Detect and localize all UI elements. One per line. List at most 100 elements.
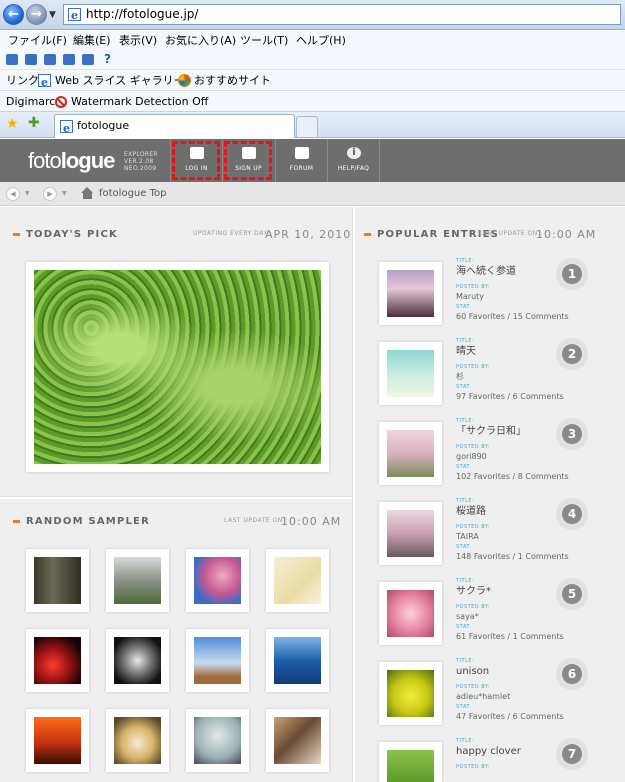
site-header: fotologue EXPLORER VER.2.08 NEO.2009 LOG… bbox=[0, 139, 625, 182]
chevron-down-icon[interactable]: ▼ bbox=[62, 190, 67, 197]
digimarc-status[interactable]: Watermark Detection Off bbox=[71, 92, 208, 112]
sampler-thumb[interactable] bbox=[106, 629, 169, 692]
sampler-thumb[interactable] bbox=[186, 709, 249, 772]
rank-badge: 5 bbox=[556, 578, 588, 610]
rank-number: 2 bbox=[562, 344, 582, 364]
history-dropdown-icon[interactable]: ▼ bbox=[49, 10, 56, 20]
tab-fotologue[interactable]: fotologue bbox=[54, 114, 295, 140]
messenger-icon[interactable] bbox=[63, 54, 75, 65]
prohibited-icon bbox=[55, 96, 67, 108]
forum-icon bbox=[295, 147, 309, 159]
help-icon[interactable]: ? bbox=[104, 53, 116, 65]
posted-by-label: POSTED BY: bbox=[456, 444, 491, 450]
rank-badge: 4 bbox=[556, 498, 588, 530]
suggested-sites-icon bbox=[178, 74, 191, 87]
link-web-slice-gallery[interactable]: Web スライス ギャラリー bbox=[55, 70, 185, 91]
site-logo[interactable]: fotologue bbox=[28, 148, 116, 173]
todays-pick-date: APR 10, 2010 bbox=[265, 228, 352, 241]
login-button[interactable]: LOG IN bbox=[170, 139, 222, 182]
todays-pick-photo[interactable] bbox=[26, 262, 329, 472]
calendar-icon[interactable] bbox=[44, 54, 56, 65]
prev-arrow-icon[interactable]: ◀ bbox=[6, 187, 20, 201]
thumb-photo bbox=[274, 717, 321, 764]
entry-author[interactable]: Maruty bbox=[456, 291, 576, 302]
sampler-thumb[interactable] bbox=[106, 709, 169, 772]
entry-author[interactable]: gori890 bbox=[456, 451, 576, 462]
digimarc-bar: Digimarc Watermark Detection Off bbox=[0, 92, 625, 112]
forum-label: FORUM bbox=[289, 165, 314, 172]
thumb-photo bbox=[387, 350, 434, 397]
links-label: リンク bbox=[6, 74, 39, 87]
todays-pick-meta: UPDATING EVERY DAY : bbox=[193, 230, 273, 237]
rank-number: 3 bbox=[562, 424, 582, 444]
ie-page-icon bbox=[60, 118, 73, 140]
url-input[interactable]: http://fotologue.jp/ bbox=[63, 4, 621, 25]
entry-author[interactable]: TAIRA bbox=[456, 531, 576, 542]
sampler-thumb[interactable] bbox=[266, 709, 329, 772]
signup-button[interactable]: SIGN UP bbox=[222, 139, 274, 182]
forward-button[interactable]: → bbox=[26, 4, 47, 25]
popular-entry-thumb[interactable] bbox=[379, 742, 442, 782]
sampler-thumb[interactable] bbox=[26, 629, 89, 692]
sampler-thumb[interactable] bbox=[266, 549, 329, 612]
thumb-photo bbox=[114, 557, 161, 604]
entry-author[interactable]: saya* bbox=[456, 611, 576, 622]
sampler-thumb[interactable] bbox=[26, 549, 89, 612]
popular-entry-thumb[interactable] bbox=[379, 502, 442, 565]
sampler-thumb[interactable] bbox=[106, 549, 169, 612]
popular-entry-thumb[interactable] bbox=[379, 422, 442, 485]
menu-help[interactable]: ヘルプ(H) bbox=[296, 31, 346, 50]
popular-entry-thumb[interactable] bbox=[379, 342, 442, 405]
posted-by-label: POSTED BY: bbox=[456, 604, 491, 610]
help-faq-button[interactable]: i HELP/FAQ bbox=[327, 139, 380, 182]
help-faq-label: HELP/FAQ bbox=[337, 165, 370, 172]
rank-badge: 3 bbox=[556, 418, 588, 450]
next-arrow-icon[interactable]: ▶ bbox=[43, 187, 57, 201]
menu-view[interactable]: 表示(V) bbox=[119, 31, 157, 50]
sampler-thumb[interactable] bbox=[266, 629, 329, 692]
rank-badge: 6 bbox=[556, 658, 588, 690]
popular-entry-thumb[interactable] bbox=[379, 582, 442, 645]
url-text: http://fotologue.jp/ bbox=[86, 7, 199, 21]
menu-tools[interactable]: ツール(T) bbox=[240, 31, 288, 50]
ie-page-icon bbox=[68, 6, 81, 25]
rank-badge: 7 bbox=[556, 738, 588, 770]
home-icon[interactable] bbox=[81, 187, 94, 200]
menu-edit[interactable]: 編集(E) bbox=[73, 31, 111, 50]
new-tab-button[interactable] bbox=[296, 116, 318, 137]
sampler-thumb[interactable] bbox=[186, 549, 249, 612]
popular-entry-thumb[interactable] bbox=[379, 662, 442, 725]
thumb-photo bbox=[387, 270, 434, 317]
menu-file[interactable]: ファイル(F) bbox=[8, 31, 67, 50]
popular-entry-thumb[interactable] bbox=[379, 262, 442, 325]
entry-author[interactable]: adieu*hamlet bbox=[456, 691, 576, 702]
logo-bold: logue bbox=[60, 148, 116, 173]
breadcrumb-home-link[interactable]: fotologue Top bbox=[99, 187, 166, 201]
stat-label: STAT: bbox=[456, 544, 472, 550]
logo-version: EXPLORER VER.2.08 NEO.2009 bbox=[124, 151, 158, 172]
rank-number: 5 bbox=[562, 584, 582, 604]
sampler-thumb[interactable] bbox=[186, 629, 249, 692]
favorites-star-icon[interactable]: ★ bbox=[6, 116, 19, 132]
thumb-photo bbox=[194, 557, 241, 604]
sampler-thumb[interactable] bbox=[26, 709, 89, 772]
entry-stat: 148 Favorites / 1 Comments bbox=[456, 552, 569, 561]
entry-author[interactable]: 杉 bbox=[456, 371, 576, 382]
logo-light: foto bbox=[28, 148, 62, 173]
login-label: LOG IN bbox=[185, 165, 208, 172]
breadcrumb: ◀ ▼ ▶ ▼ fotologue Top bbox=[0, 182, 625, 206]
contacts-icon[interactable] bbox=[6, 54, 18, 65]
chevron-down-icon[interactable]: ▼ bbox=[25, 190, 30, 197]
stat-label: STAT: bbox=[456, 304, 472, 310]
logo-sub-line: VER.2.08 bbox=[124, 158, 154, 165]
network-icon[interactable] bbox=[82, 54, 94, 65]
thumb-photo bbox=[387, 670, 434, 717]
add-favorite-icon[interactable]: ✚ bbox=[28, 115, 40, 131]
stat-label: STAT: bbox=[456, 704, 472, 710]
menu-favorites[interactable]: お気に入り(A) bbox=[165, 31, 236, 50]
forum-button[interactable]: FORUM bbox=[275, 139, 327, 182]
link-suggested-sites[interactable]: おすすめサイト bbox=[194, 70, 271, 91]
popular-entries-time: 10:00 AM bbox=[536, 228, 597, 241]
back-button[interactable]: ← bbox=[3, 4, 24, 25]
upload-icon[interactable] bbox=[25, 54, 37, 65]
